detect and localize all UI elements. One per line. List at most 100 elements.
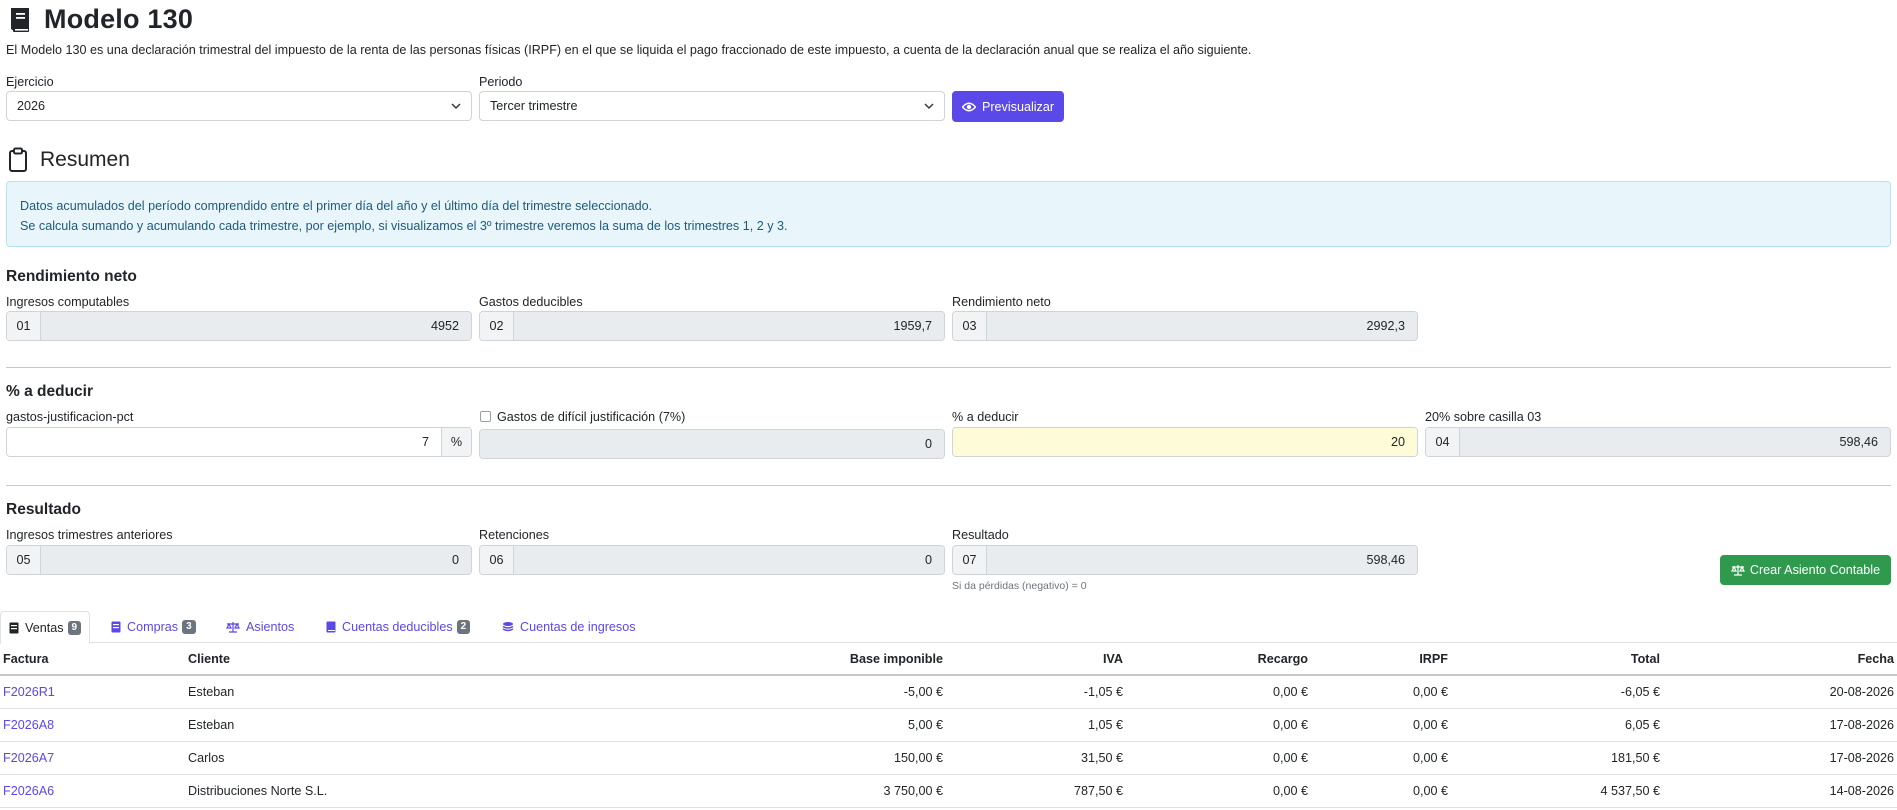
dificil-field: 0 (479, 429, 945, 459)
dificil-label: Gastos de difícil justificación (7%) (497, 410, 686, 424)
neto-field: 03 2992,3 (952, 311, 1418, 341)
retenciones-value: 0 (514, 546, 944, 574)
cell-fecha: 17-08-2026 (1663, 741, 1897, 775)
dificil-value: 0 (480, 430, 944, 458)
invoice-link[interactable]: F2026A7 (3, 751, 54, 765)
receipt-icon (9, 622, 19, 633)
resultado-label: Resultado (952, 528, 1009, 542)
casilla-07: 07 (953, 546, 987, 574)
preview-button-label: Previsualizar (981, 99, 1055, 114)
col-recargo: Recargo (1126, 643, 1311, 676)
cell-iva: 1,05 € (946, 708, 1126, 742)
ejercicio-label: Ejercicio (6, 75, 54, 89)
cell-iva: 787,50 € (946, 774, 1126, 808)
anteriores-label: Ingresos trimestres anteriores (6, 528, 173, 542)
periodo-select[interactable]: Tercer trimestre (479, 91, 945, 121)
table-row: F2026A7 Carlos 150,00 € 31,50 € 0,00 € 0… (0, 741, 1897, 775)
cell-base: -5,00 € (700, 675, 946, 709)
resultado-field: 07 598,46 (952, 545, 1418, 575)
pct-deducir-value[interactable]: 20 (953, 428, 1417, 456)
invoice-icon (111, 621, 121, 633)
casilla-03: 03 (953, 312, 987, 340)
col-base-imponible: Base imponible (700, 643, 946, 676)
cell-iva: -1,05 € (946, 675, 1126, 709)
anteriores-value: 0 (41, 546, 471, 574)
chevron-down-icon (924, 103, 934, 110)
tabs-bar: Ventas 9 Compras 3 Asientos Cuentas dedu… (0, 611, 1897, 644)
book-icon (326, 621, 336, 633)
cell-recargo: 0,00 € (1126, 675, 1311, 709)
eye-icon (961, 102, 976, 111)
dificil-checkbox[interactable] (480, 411, 491, 422)
cell-total: -6,05 € (1451, 675, 1663, 709)
cell-iva: 31,50 € (946, 741, 1126, 775)
tab-ventas-label: Ventas (25, 620, 64, 635)
tab-compras-label: Compras (127, 620, 179, 634)
cell-total: 6,05 € (1451, 708, 1663, 742)
resumen-title: Resumen (40, 148, 130, 171)
invoice-link[interactable]: F2026A6 (3, 784, 54, 798)
tab-compras[interactable]: Compras 3 (103, 611, 204, 643)
scale-icon (226, 622, 240, 633)
pct-input-group[interactable]: 7 % (6, 427, 472, 457)
coins-icon (502, 622, 514, 632)
cell-cliente: Distribuciones Norte S.L. (185, 774, 700, 808)
crear-asiento-button[interactable]: Crear Asiento Contable (1720, 555, 1891, 585)
cell-irpf: 0,00 € (1311, 741, 1451, 775)
scale-icon (1730, 565, 1745, 576)
table-header-row: Factura Cliente Base imponible IVA Recar… (0, 643, 1897, 676)
invoice-link[interactable]: F2026A8 (3, 718, 54, 732)
col-irpf: IRPF (1311, 643, 1451, 676)
casilla-04-label: 20% sobre casilla 03 (1425, 410, 1542, 424)
rendimiento-title: Rendimiento neto (6, 268, 137, 285)
cell-fecha: 20-08-2026 (1663, 675, 1897, 709)
ingresos-value: 4952 (41, 312, 471, 340)
casilla-04-value: 598,46 (1460, 428, 1890, 456)
info-line-2: Se calcula sumando y acumulando cada tri… (20, 219, 788, 233)
invoice-link[interactable]: F2026R1 (3, 685, 55, 699)
tab-ventas-badge: 9 (67, 620, 82, 635)
tab-cuentas-ingresos[interactable]: Cuentas de ingresos (494, 611, 644, 643)
casilla-02: 02 (480, 312, 514, 340)
cell-recargo: 0,00 € (1126, 774, 1311, 808)
col-iva: IVA (946, 643, 1126, 676)
gastos-label: Gastos deducibles (479, 295, 583, 309)
col-cliente: Cliente (185, 643, 700, 676)
resumen-header: Resumen (8, 147, 130, 173)
neto-label: Rendimiento neto (952, 295, 1051, 309)
col-fecha: Fecha (1663, 643, 1897, 676)
divider (6, 485, 1891, 486)
periodo-label: Periodo (479, 75, 523, 89)
neto-value: 2992,3 (987, 312, 1417, 340)
cell-irpf: 0,00 € (1311, 774, 1451, 808)
cell-base: 5,00 € (700, 708, 946, 742)
page-title: Modelo 130 (44, 4, 194, 34)
crear-asiento-label: Crear Asiento Contable (1749, 563, 1881, 577)
tab-compras-badge: 3 (182, 620, 196, 634)
divider (6, 367, 1891, 368)
page-header: Modelo 130 (8, 4, 193, 35)
gastos-value: 1959,7 (514, 312, 944, 340)
ingresos-field: 01 4952 (6, 311, 472, 341)
cell-recargo: 0,00 € (1126, 708, 1311, 742)
table-row: F2026R1 Esteban -5,00 € -1,05 € 0,00 € 0… (0, 675, 1897, 709)
table-row: F2026A6 Distribuciones Norte S.L. 3 750,… (0, 774, 1897, 808)
casilla-06: 06 (480, 546, 514, 574)
preview-button[interactable]: Previsualizar (952, 91, 1064, 122)
tab-cuentas-deducibles-badge: 2 (456, 620, 471, 634)
resultado-title: Resultado (6, 501, 81, 518)
pct-input[interactable]: 7 (7, 428, 441, 456)
tab-asientos[interactable]: Asientos (218, 611, 302, 643)
cell-total: 181,50 € (1451, 741, 1663, 775)
tab-cuentas-deducibles[interactable]: Cuentas deducibles 2 (318, 611, 478, 643)
cell-irpf: 0,00 € (1311, 675, 1451, 709)
pct-label: gastos-justificacion-pct (6, 410, 134, 424)
retenciones-field: 06 0 (479, 545, 945, 575)
cell-cliente: Esteban (185, 675, 700, 709)
tab-ventas[interactable]: Ventas 9 (0, 611, 91, 644)
ingresos-label: Ingresos computables (6, 295, 130, 309)
ejercicio-select[interactable]: 2026 (6, 91, 472, 121)
anteriores-field: 05 0 (6, 545, 472, 575)
cell-cliente: Esteban (185, 708, 700, 742)
pct-deducir-field[interactable]: 20 (952, 427, 1418, 457)
